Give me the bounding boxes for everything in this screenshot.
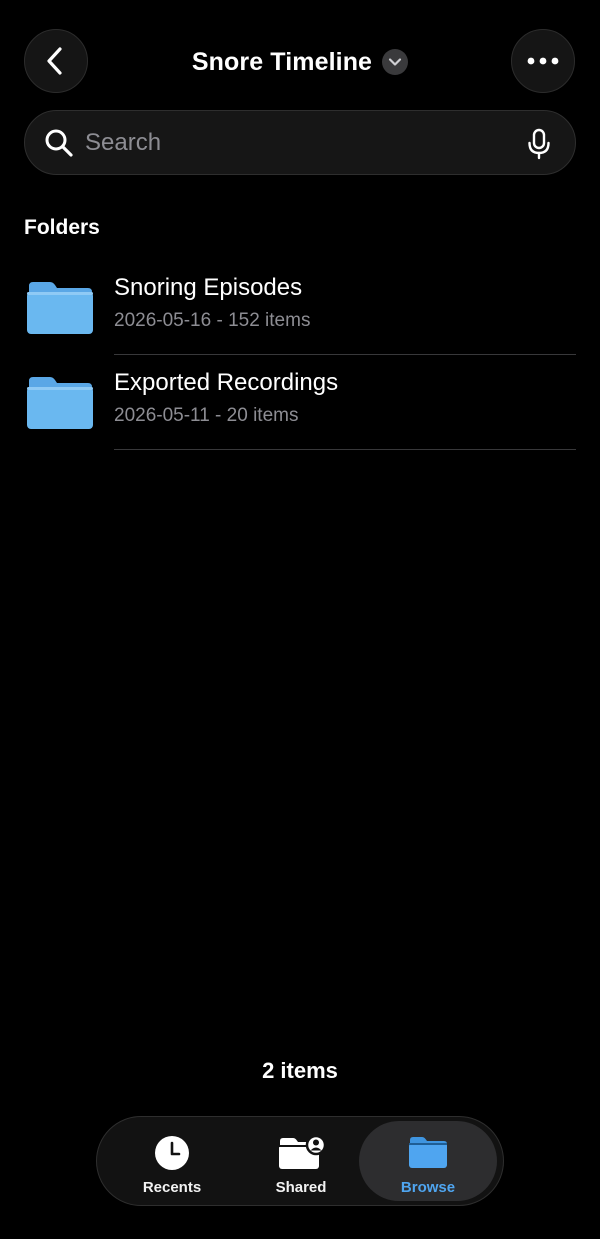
tab-label: Recents <box>142 1179 202 1196</box>
folder-name: Snoring Episodes <box>114 274 303 301</box>
tab-recents[interactable]: Recents <box>103 1121 241 1201</box>
tab-label: Browse <box>400 1179 456 1196</box>
folder-name: Exported Recordings <box>114 369 339 396</box>
folder-icon <box>409 1137 447 1168</box>
folder-icon <box>27 377 93 429</box>
folder-meta: 2026-05-16 - 152 items <box>114 310 311 331</box>
page-title: Snore Timeline <box>191 47 373 76</box>
tab-browse[interactable]: Browse <box>359 1121 497 1201</box>
shared-folder-icon <box>279 1135 325 1169</box>
folder-meta: 2026-05-11 - 20 items <box>114 405 299 426</box>
search-input[interactable] <box>83 125 507 161</box>
chevron-down-icon <box>382 49 409 75</box>
more-button[interactable] <box>511 29 575 93</box>
tab-label: Shared <box>275 1179 327 1196</box>
folder-row[interactable]: Exported Recordings 2026-05-11 - 20 item… <box>0 355 600 450</box>
search-icon <box>45 129 73 157</box>
title-menu[interactable]: Snore Timeline <box>0 42 600 82</box>
row-divider <box>114 449 576 450</box>
tab-shared[interactable]: Shared <box>232 1121 370 1201</box>
tab-bar: Recents Shared Browse <box>96 1116 504 1206</box>
item-count: 2 items <box>262 1058 338 1083</box>
section-title-folders: Folders <box>24 216 100 239</box>
microphone-icon[interactable] <box>527 128 551 160</box>
clock-icon <box>155 1136 189 1170</box>
ellipsis-icon <box>527 57 559 65</box>
folder-row[interactable]: Snoring Episodes 2026-05-16 - 152 items <box>0 260 600 355</box>
folder-icon <box>27 282 93 334</box>
search-bar[interactable] <box>24 110 576 175</box>
